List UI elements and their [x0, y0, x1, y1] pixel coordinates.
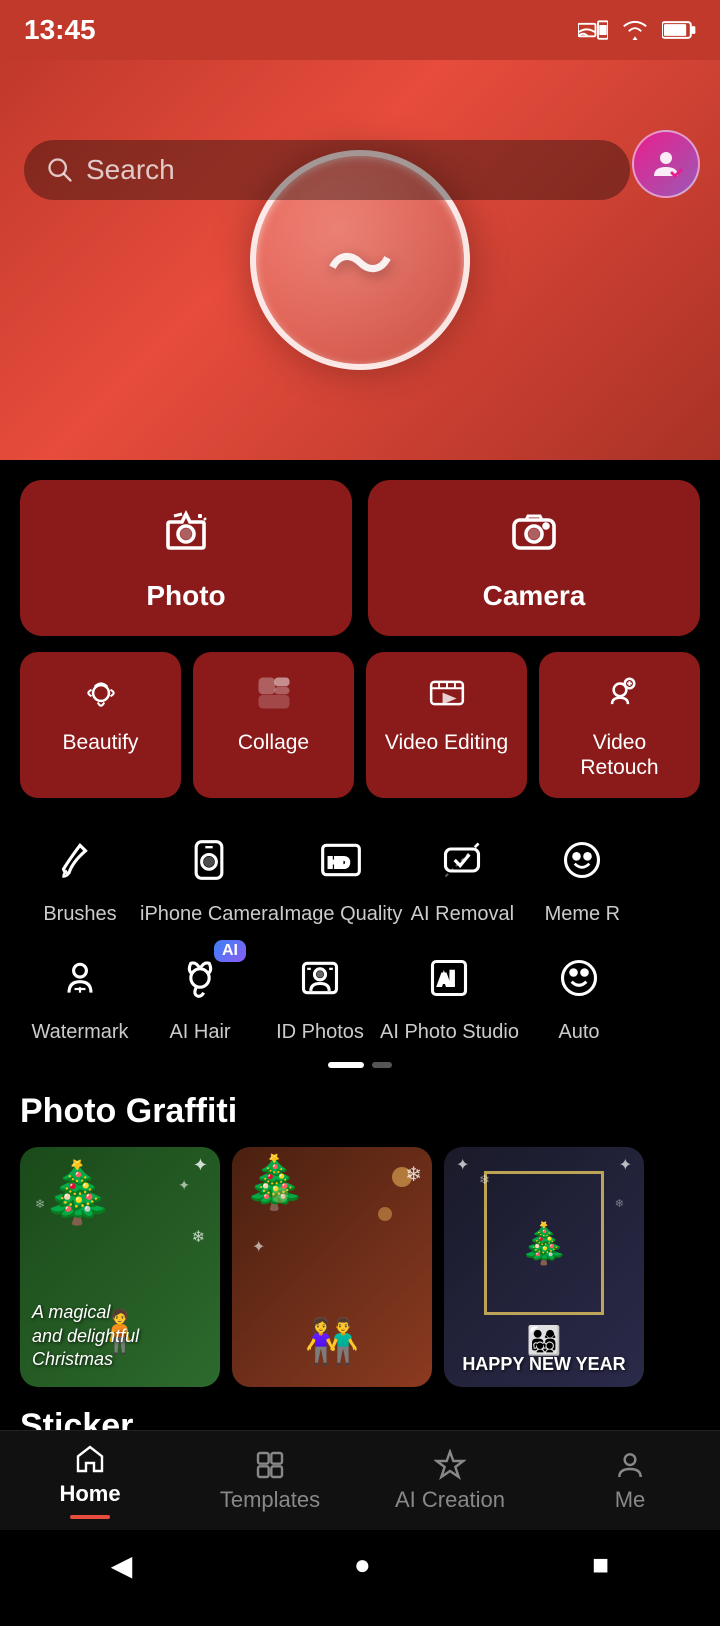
search-icon	[46, 156, 74, 184]
photo-bg-3: 🎄 👨‍👩‍👧‍👦 ✦ ✦ ❄ ❄	[444, 1147, 644, 1387]
search-bar[interactable]: Search	[24, 140, 630, 200]
video-editing-icon	[428, 674, 466, 720]
iphone-camera-icon	[177, 828, 241, 892]
home-nav-icon	[74, 1443, 106, 1475]
video-retouch-label: Video Retouch	[551, 730, 688, 780]
photo-overlay-1: A magical and delightful Christmas	[32, 1301, 139, 1371]
id-photos-icon	[288, 946, 352, 1010]
ai-removal-icon	[430, 828, 494, 892]
video-editing-label: Video Editing	[385, 730, 508, 755]
collage-icon	[255, 674, 293, 720]
camera-button[interactable]: Camera	[368, 480, 700, 636]
nav-me[interactable]: Me	[570, 1449, 690, 1513]
iphone-camera-label: iPhone Camera	[140, 902, 279, 926]
tool-ai-hair[interactable]: AI AI Hair	[140, 946, 260, 1044]
home-nav-label: Home	[59, 1481, 120, 1507]
svg-text:HD: HD	[328, 856, 349, 872]
meme-label: Meme R	[545, 902, 621, 926]
tool-row-1: Brushes iPhone Camera HD Image Quality	[0, 798, 720, 926]
svg-text:Aİ: Aİ	[438, 972, 455, 990]
beautify-button[interactable]: Beautify	[20, 652, 181, 798]
ai-creation-nav-label: AI Creation	[395, 1487, 505, 1513]
status-time: 13:45	[24, 14, 96, 46]
android-nav-bar: ◀ ● ■	[0, 1530, 720, 1600]
ai-creation-nav-icon	[434, 1449, 466, 1481]
camera-icon	[510, 508, 558, 566]
status-icons	[578, 18, 696, 42]
camera-label: Camera	[483, 580, 586, 612]
beautify-icon	[82, 674, 120, 720]
android-home-button[interactable]: ●	[354, 1549, 371, 1581]
photo-overlay-3: HAPPY NEW YEAR	[444, 1354, 644, 1375]
photo-icon	[162, 508, 210, 566]
brushes-icon	[48, 828, 112, 892]
tool-image-quality[interactable]: HD Image Quality	[279, 828, 402, 926]
nav-ai-creation[interactable]: AI Creation	[390, 1449, 510, 1513]
search-placeholder: Search	[86, 154, 175, 186]
collage-label: Collage	[238, 730, 309, 755]
tool-iphone-camera[interactable]: iPhone Camera	[140, 828, 279, 926]
ai-photo-studio-icon: Aİ	[417, 946, 481, 1010]
dot-inactive	[372, 1062, 392, 1068]
photo-graffiti-grid: 🎄 🧍 ✦ ✦ ❄ ❄ A magical and delightful Chr…	[0, 1147, 720, 1387]
photo-label: Photo	[146, 580, 225, 612]
nav-home[interactable]: Home	[30, 1443, 150, 1519]
android-recent-button[interactable]: ■	[592, 1549, 609, 1581]
scroll-indicator	[0, 1044, 720, 1068]
ai-photo-studio-label: AI Photo Studio	[380, 1020, 519, 1044]
photo-button[interactable]: Photo	[20, 480, 352, 636]
tool-ai-photo-studio[interactable]: Aİ AI Photo Studio	[380, 946, 519, 1044]
battery-icon	[662, 18, 696, 42]
me-nav-label: Me	[615, 1487, 646, 1513]
tool-meme[interactable]: Meme R	[522, 828, 642, 926]
beautify-label: Beautify	[63, 730, 139, 755]
video-editing-button[interactable]: Video Editing	[366, 652, 527, 798]
dot-active	[328, 1062, 364, 1068]
cast-icon	[578, 18, 608, 42]
auto-icon	[547, 946, 611, 1010]
tool-auto[interactable]: Auto	[519, 946, 639, 1044]
image-quality-label: Image Quality	[279, 902, 402, 926]
tool-id-photos[interactable]: ID Photos	[260, 946, 380, 1044]
profile-button[interactable]	[632, 130, 700, 198]
templates-nav-icon	[254, 1449, 286, 1481]
small-action-buttons: Beautify Collage	[0, 636, 720, 798]
photo-graffiti-title: Photo Graffiti	[0, 1068, 720, 1147]
home-active-indicator	[70, 1515, 110, 1519]
photo-card-3[interactable]: 🎄 👨‍👩‍👧‍👦 ✦ ✦ ❄ ❄ HAPPY NEW YEAR	[444, 1147, 644, 1387]
big-action-buttons: Photo Camera	[0, 460, 720, 636]
photo-card-2[interactable]: 🎄 👫 ❄ ✦	[232, 1147, 432, 1387]
ai-badge: AI	[214, 940, 246, 962]
status-bar: 13:45	[0, 0, 720, 60]
tool-ai-removal[interactable]: AI Removal	[402, 828, 522, 926]
android-back-button[interactable]: ◀	[111, 1549, 133, 1582]
profile-icon	[648, 146, 684, 182]
ai-hair-label: AI Hair	[169, 1020, 230, 1044]
me-nav-icon	[614, 1449, 646, 1481]
tool-row-2: Watermark AI AI Hair	[0, 926, 720, 1044]
tool-watermark[interactable]: Watermark	[20, 946, 140, 1044]
logo-symbol: 〜	[328, 214, 392, 306]
photo-bg-2: 🎄 👫 ❄ ✦	[232, 1147, 432, 1387]
templates-nav-label: Templates	[220, 1487, 320, 1513]
bottom-nav: Home Templates AI Creation Me	[0, 1430, 720, 1530]
tool-brushes[interactable]: Brushes	[20, 828, 140, 926]
wifi-icon	[620, 18, 650, 42]
auto-label: Auto	[558, 1020, 599, 1044]
meme-icon	[550, 828, 614, 892]
brushes-label: Brushes	[43, 902, 116, 926]
hero-banner: Search 〜	[0, 60, 720, 460]
photo-card-1[interactable]: 🎄 🧍 ✦ ✦ ❄ ❄ A magical and delightful Chr…	[20, 1147, 220, 1387]
watermark-label: Watermark	[31, 1020, 128, 1044]
id-photos-label: ID Photos	[276, 1020, 364, 1044]
nav-templates[interactable]: Templates	[210, 1449, 330, 1513]
search-bar-wrap[interactable]: Search	[24, 140, 630, 200]
collage-button[interactable]: Collage	[193, 652, 354, 798]
video-retouch-icon	[601, 674, 639, 720]
ai-removal-label: AI Removal	[411, 902, 514, 926]
watermark-icon	[48, 946, 112, 1010]
image-quality-icon: HD	[309, 828, 373, 892]
video-retouch-button[interactable]: Video Retouch	[539, 652, 700, 798]
